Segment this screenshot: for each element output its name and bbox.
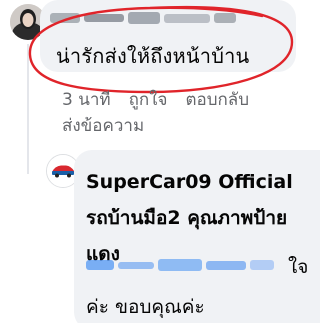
reply-button[interactable]: ตอบกลับ bbox=[185, 86, 249, 113]
like-button[interactable]: ถูกใจ bbox=[129, 86, 168, 113]
commenter-name-blurred[interactable] bbox=[50, 10, 240, 26]
reply-text-tail: ใจ bbox=[288, 256, 309, 278]
comment-actions: 3 นาที ถูกใจ ตอบกลับ bbox=[62, 86, 249, 113]
send-message-button[interactable]: ส่งข้อความ bbox=[62, 112, 144, 139]
reply-text: ค่ะ ขอบคุณค่ะ bbox=[86, 296, 205, 318]
reply-mention-blurred[interactable] bbox=[86, 256, 276, 274]
comment-timestamp[interactable]: 3 นาที bbox=[62, 86, 111, 113]
thread-connector-line bbox=[27, 44, 29, 174]
comment-text: น่ารักส่งให้ถึงหน้าบ้าน bbox=[56, 44, 250, 68]
comment-thread: น่ารักส่งให้ถึงหน้าบ้าน 3 นาที ถูกใจ ตอบ… bbox=[0, 0, 320, 323]
